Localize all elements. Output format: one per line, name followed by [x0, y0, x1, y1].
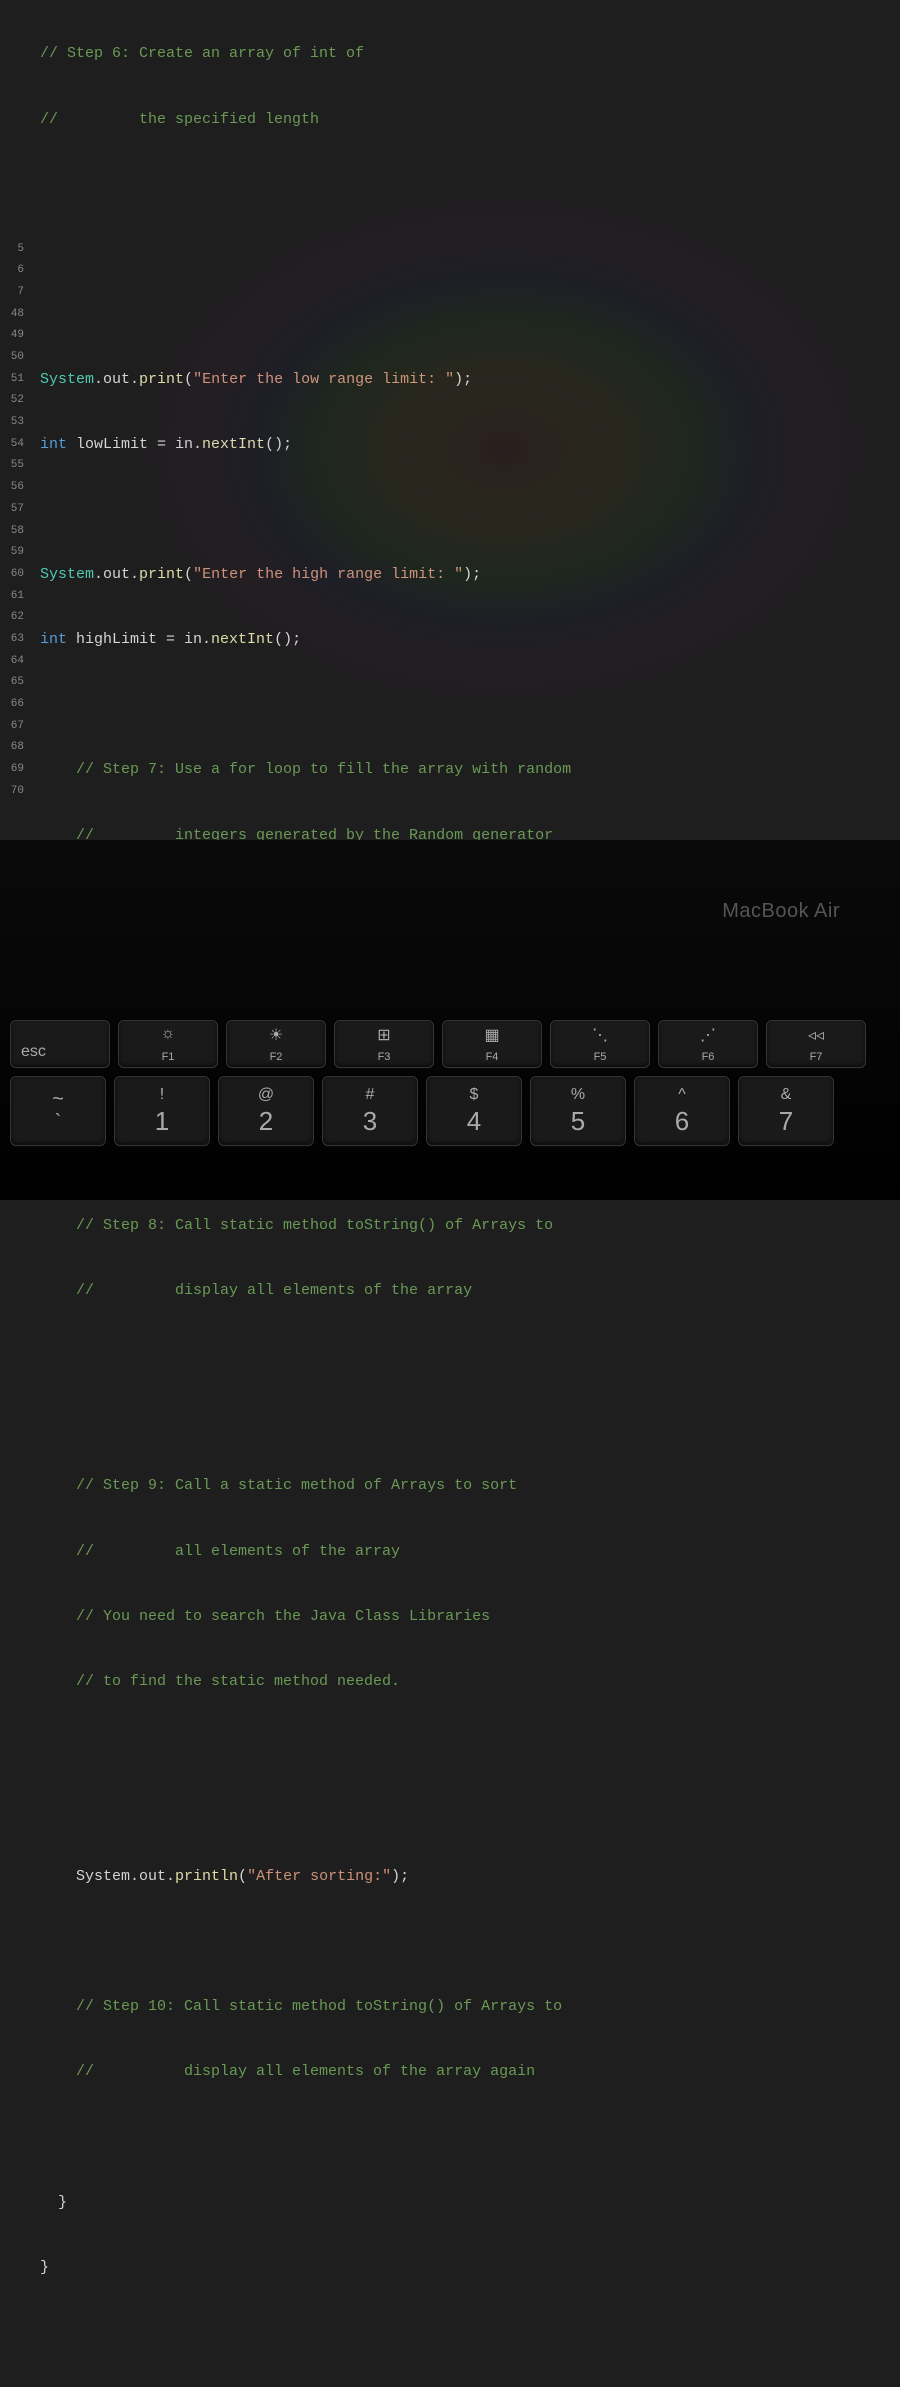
f5-key[interactable]: ⋱F5 [550, 1020, 650, 1068]
line-number: 60 [0, 564, 24, 586]
keyboard: esc ☼F1 ☀F2 ⊞F3 ▦F4 ⋱F5 ⋰F6 ◃◃F7 ~` !1 @… [0, 1020, 900, 1146]
launchpad-icon: ▦ [484, 1025, 499, 1045]
code-content[interactable]: // Step 6: Create an array of int of // … [30, 0, 900, 840]
line-number: 65 [0, 672, 24, 694]
line-number: 59 [0, 542, 24, 564]
line-number: 51 [0, 369, 24, 391]
key-7[interactable]: &7 [738, 1076, 834, 1146]
line-number: 6 [0, 260, 24, 282]
line-number: 50 [0, 347, 24, 369]
keyboard-light-up-icon: ⋰ [700, 1025, 716, 1045]
line-number [0, 0, 24, 22]
line-number: 5 [0, 239, 24, 261]
f6-key[interactable]: ⋰F6 [658, 1020, 758, 1068]
macbook-brand-label: MacBook Air [722, 900, 840, 923]
line-number: 67 [0, 716, 24, 738]
line-number: 58 [0, 521, 24, 543]
line-number: 64 [0, 651, 24, 673]
esc-key[interactable]: esc [10, 1020, 110, 1068]
line-number: 66 [0, 694, 24, 716]
key-4[interactable]: $4 [426, 1076, 522, 1146]
line-number: 55 [0, 455, 24, 477]
line-number [0, 22, 24, 44]
f1-key[interactable]: ☼F1 [118, 1020, 218, 1068]
key-1[interactable]: !1 [114, 1076, 210, 1146]
rewind-icon: ◃◃ [808, 1025, 824, 1045]
comment-step8-a: // Step 8: Call static method toString()… [40, 1217, 553, 1234]
f3-key[interactable]: ⊞F3 [334, 1020, 434, 1068]
comment-step9-d: // to find the static method needed. [40, 1673, 400, 1690]
comment-step10-a: // Step 10: Call static method toString(… [40, 1998, 562, 2015]
tilde-key[interactable]: ~` [10, 1076, 106, 1146]
brightness-up-icon: ☀ [269, 1025, 283, 1045]
line-number [0, 195, 24, 217]
brightness-down-icon: ☼ [161, 1025, 176, 1043]
line-number: 63 [0, 629, 24, 651]
mission-control-icon: ⊞ [377, 1025, 390, 1045]
number-key-row: ~` !1 @2 #3 $4 %5 ^6 &7 [10, 1076, 890, 1146]
line-number: 57 [0, 499, 24, 521]
comment-step6-b: // the specified length [40, 111, 319, 128]
comment-step8-b: // display all elements of the array [40, 1282, 472, 1299]
laptop-body: MacBook Air esc ☼F1 ☀F2 ⊞F3 ▦F4 ⋱F5 ⋰F6 … [0, 840, 900, 1200]
key-5[interactable]: %5 [530, 1076, 626, 1146]
closing-brace-class: } [40, 2259, 49, 2276]
line-number: 7 [0, 282, 24, 304]
line-number: 56 [0, 477, 24, 499]
line-number [0, 43, 24, 65]
line-number: 70 [0, 781, 24, 803]
line-number [0, 108, 24, 130]
key-3[interactable]: #3 [322, 1076, 418, 1146]
code-editor[interactable]: 5674849505152535455565758596061626364656… [0, 0, 900, 840]
comment-step9-c: // You need to search the Java Class Lib… [40, 1608, 490, 1625]
line-number: 52 [0, 390, 24, 412]
comment-step9-a: // Step 9: Call a static method of Array… [40, 1477, 517, 1494]
key-6[interactable]: ^6 [634, 1076, 730, 1146]
line-number [0, 152, 24, 174]
line-number [0, 130, 24, 152]
comment-step7-a: // Step 7: Use a for loop to fill the ar… [40, 761, 571, 778]
key-2[interactable]: @2 [218, 1076, 314, 1146]
f2-key[interactable]: ☀F2 [226, 1020, 326, 1068]
line-number [0, 65, 24, 87]
keyboard-light-down-icon: ⋱ [592, 1025, 608, 1045]
line-number: 68 [0, 737, 24, 759]
closing-brace-method: } [40, 2194, 67, 2211]
line-number: 69 [0, 759, 24, 781]
line-number: 53 [0, 412, 24, 434]
f4-key[interactable]: ▦F4 [442, 1020, 542, 1068]
line-number: 49 [0, 325, 24, 347]
line-number-gutter: 5674849505152535455565758596061626364656… [0, 0, 30, 840]
function-key-row: esc ☼F1 ☀F2 ⊞F3 ▦F4 ⋱F5 ⋰F6 ◃◃F7 [10, 1020, 890, 1068]
comment-step9-b: // all elements of the array [40, 1543, 400, 1560]
line-number: 61 [0, 586, 24, 608]
f7-key[interactable]: ◃◃F7 [766, 1020, 866, 1068]
line-number: 54 [0, 434, 24, 456]
comment-step10-b: // display all elements of the array aga… [40, 2063, 535, 2080]
system-ident: System [40, 371, 94, 388]
comment-step6-a: // Step 6: Create an array of int of [40, 45, 364, 62]
line-number [0, 217, 24, 239]
line-number [0, 174, 24, 196]
line-number: 48 [0, 304, 24, 326]
line-number: 62 [0, 607, 24, 629]
line-number [0, 87, 24, 109]
